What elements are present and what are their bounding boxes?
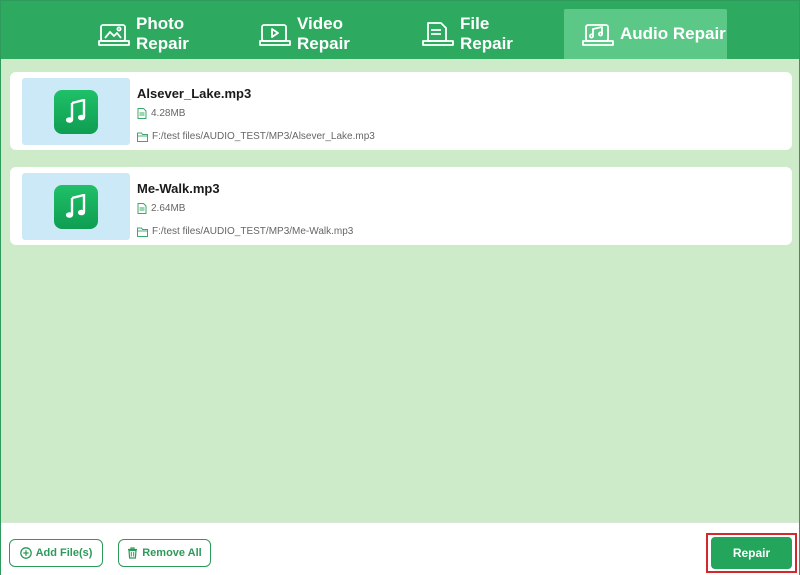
file-path: F:/test files/AUDIO_TEST/MP3/Me-Walk.mp3 <box>152 226 354 237</box>
add-circle-icon <box>19 547 32 559</box>
file-name: Alsever_Lake.mp3 <box>137 86 252 101</box>
tab-photo-repair[interactable]: Photo Repair <box>96 9 236 59</box>
audio-repair-icon <box>582 21 614 47</box>
file-repair-icon <box>422 21 454 47</box>
add-files-button[interactable]: Add File(s) <box>9 539 103 567</box>
file-size-icon <box>137 203 147 214</box>
trash-icon <box>128 547 138 559</box>
photo-repair-icon <box>98 21 130 47</box>
tab-label: Audio Repair <box>620 24 726 43</box>
music-note-icon <box>54 89 98 134</box>
folder-icon <box>137 132 148 142</box>
video-repair-icon <box>259 21 291 47</box>
file-size-row: 2.64MB <box>137 203 185 214</box>
tab-label: Video Repair <box>297 14 350 53</box>
tab-audio-repair[interactable]: Audio Repair <box>564 9 727 59</box>
folder-icon <box>137 227 148 237</box>
file-path: F:/test files/AUDIO_TEST/MP3/Alsever_Lak… <box>152 131 375 142</box>
music-note-icon <box>54 184 98 229</box>
remove-all-label: Remove All <box>142 547 202 559</box>
file-path-row: F:/test files/AUDIO_TEST/MP3/Me-Walk.mp3 <box>137 226 353 237</box>
file-thumbnail <box>22 78 130 145</box>
file-card[interactable]: Alsever_Lake.mp3 4.28MB F:/test files/AU… <box>10 72 792 150</box>
file-path-row: F:/test files/AUDIO_TEST/MP3/Alsever_Lak… <box>137 131 375 142</box>
tab-bar: Photo Repair Video Repair File Repair Au… <box>1 1 799 59</box>
app-window: Photo Repair Video Repair File Repair Au… <box>0 0 800 575</box>
tab-label: File Repair <box>460 14 513 53</box>
add-files-label: Add File(s) <box>35 547 93 559</box>
file-size: 4.28MB <box>151 108 186 119</box>
repair-button[interactable]: Repair <box>711 537 792 569</box>
tab-file-repair[interactable]: File Repair <box>420 9 545 59</box>
file-size-row: 4.28MB <box>137 108 185 119</box>
file-name: Me-Walk.mp3 <box>137 181 220 196</box>
remove-all-button[interactable]: Remove All <box>118 539 211 567</box>
file-list: Alsever_Lake.mp3 4.28MB F:/test files/AU… <box>1 59 799 522</box>
file-thumbnail <box>22 173 130 240</box>
file-size: 2.64MB <box>151 203 186 214</box>
file-size-icon <box>137 108 147 119</box>
tab-label: Photo Repair <box>136 14 189 53</box>
footer-bar: Add File(s) Remove All Repair <box>1 522 799 575</box>
file-card[interactable]: Me-Walk.mp3 2.64MB F:/test files/AUDIO_T… <box>10 167 792 245</box>
tab-video-repair[interactable]: Video Repair <box>257 9 397 59</box>
